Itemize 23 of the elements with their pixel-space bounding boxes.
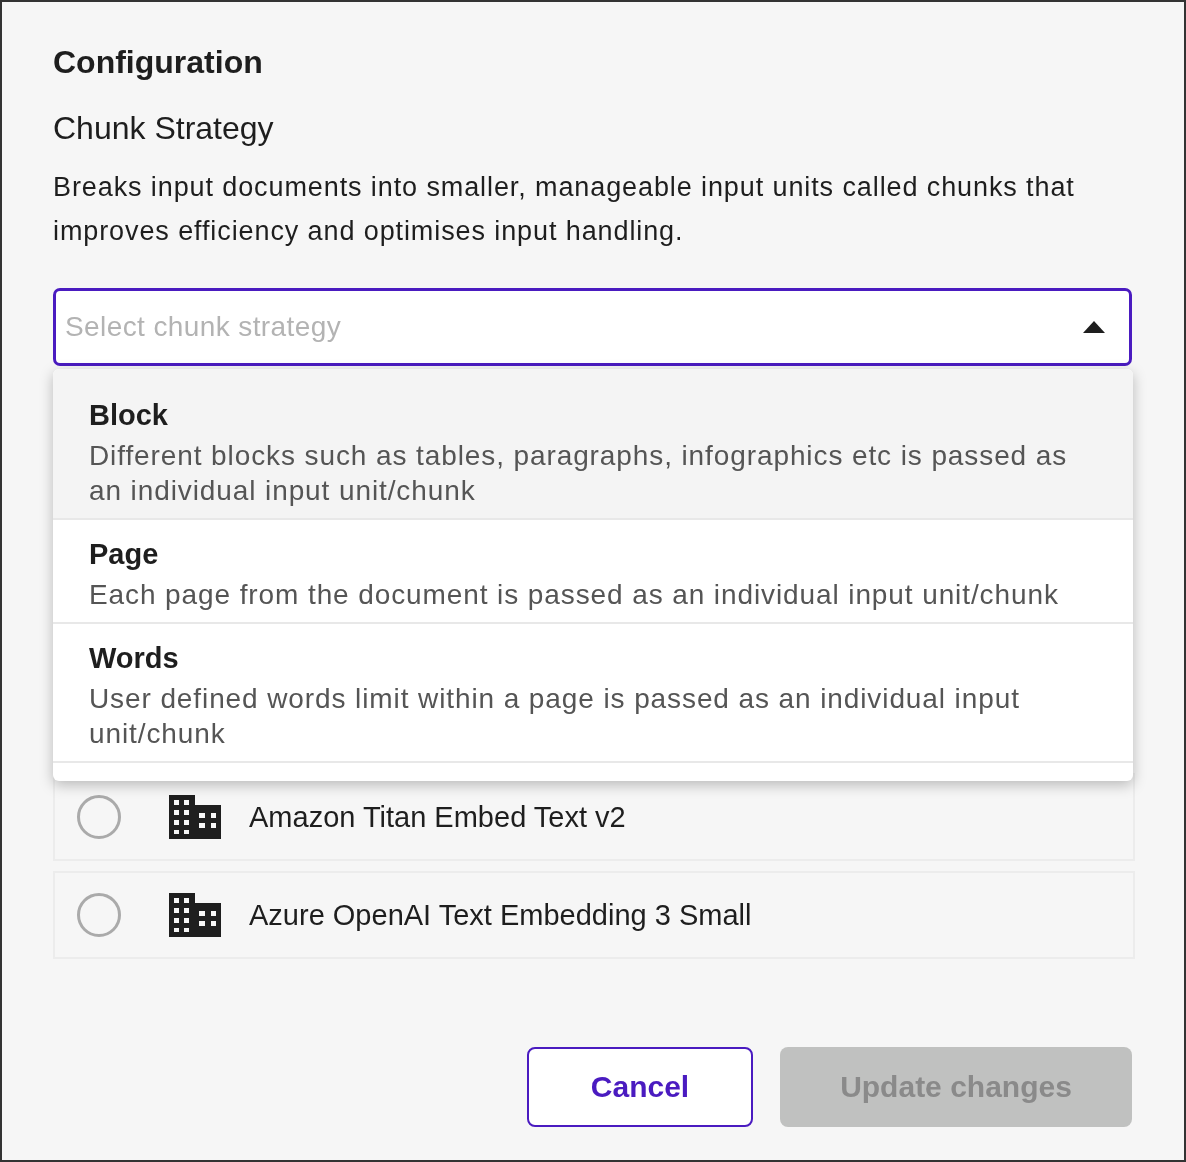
option-label: Words xyxy=(89,641,180,676)
menu-option[interactable]: Words User defined words limit within a page is passed as an individual input unit/chunk xyxy=(53,624,1133,763)
cancel-button[interactable]: Cancel xyxy=(527,1047,753,1127)
dialog-title: Configuration xyxy=(53,43,264,82)
model-name: Amazon Titan Embed Text v2 xyxy=(249,800,626,834)
building-icon xyxy=(169,795,221,839)
model-option[interactable]: Azure OpenAI Text Embedding 3 Small xyxy=(53,871,1135,959)
model-option[interactable]: Amazon Titan Embed Text v2 xyxy=(53,773,1135,861)
option-label: Block xyxy=(89,398,169,433)
menu-option[interactable]: Block Different blocks such as tables, paragraphs, infographics etc is passed as an individual input unit/chunk xyxy=(53,369,1133,520)
caret-icon[interactable] xyxy=(1083,321,1105,333)
building-icon xyxy=(169,893,221,937)
option-description: User defined words limit within a page is passed as an individual input unit/chunk xyxy=(89,682,1021,751)
section-title: Chunk Strategy xyxy=(53,109,275,148)
select-field[interactable]: Select chunk strategy xyxy=(53,288,1132,366)
radio-button[interactable] xyxy=(77,795,121,839)
radio-button[interactable] xyxy=(77,893,121,937)
menu-option[interactable]: Page Each page from the document is passed as an individual input unit/chunk xyxy=(53,520,1133,624)
option-description: Each page from the document is passed as an individual input unit/chunk xyxy=(89,578,1060,612)
model-name: Azure OpenAI Text Embedding 3 Small xyxy=(249,898,752,932)
section-description: Breaks input documents into smaller, manageable input units called chunks that improves efficiency and optimises input handling. xyxy=(53,171,1076,248)
option-description: Different blocks such as tables, paragraphs, infographics etc is passed as an individual input unit/chunk xyxy=(89,439,1069,508)
option-label: Page xyxy=(89,537,160,572)
